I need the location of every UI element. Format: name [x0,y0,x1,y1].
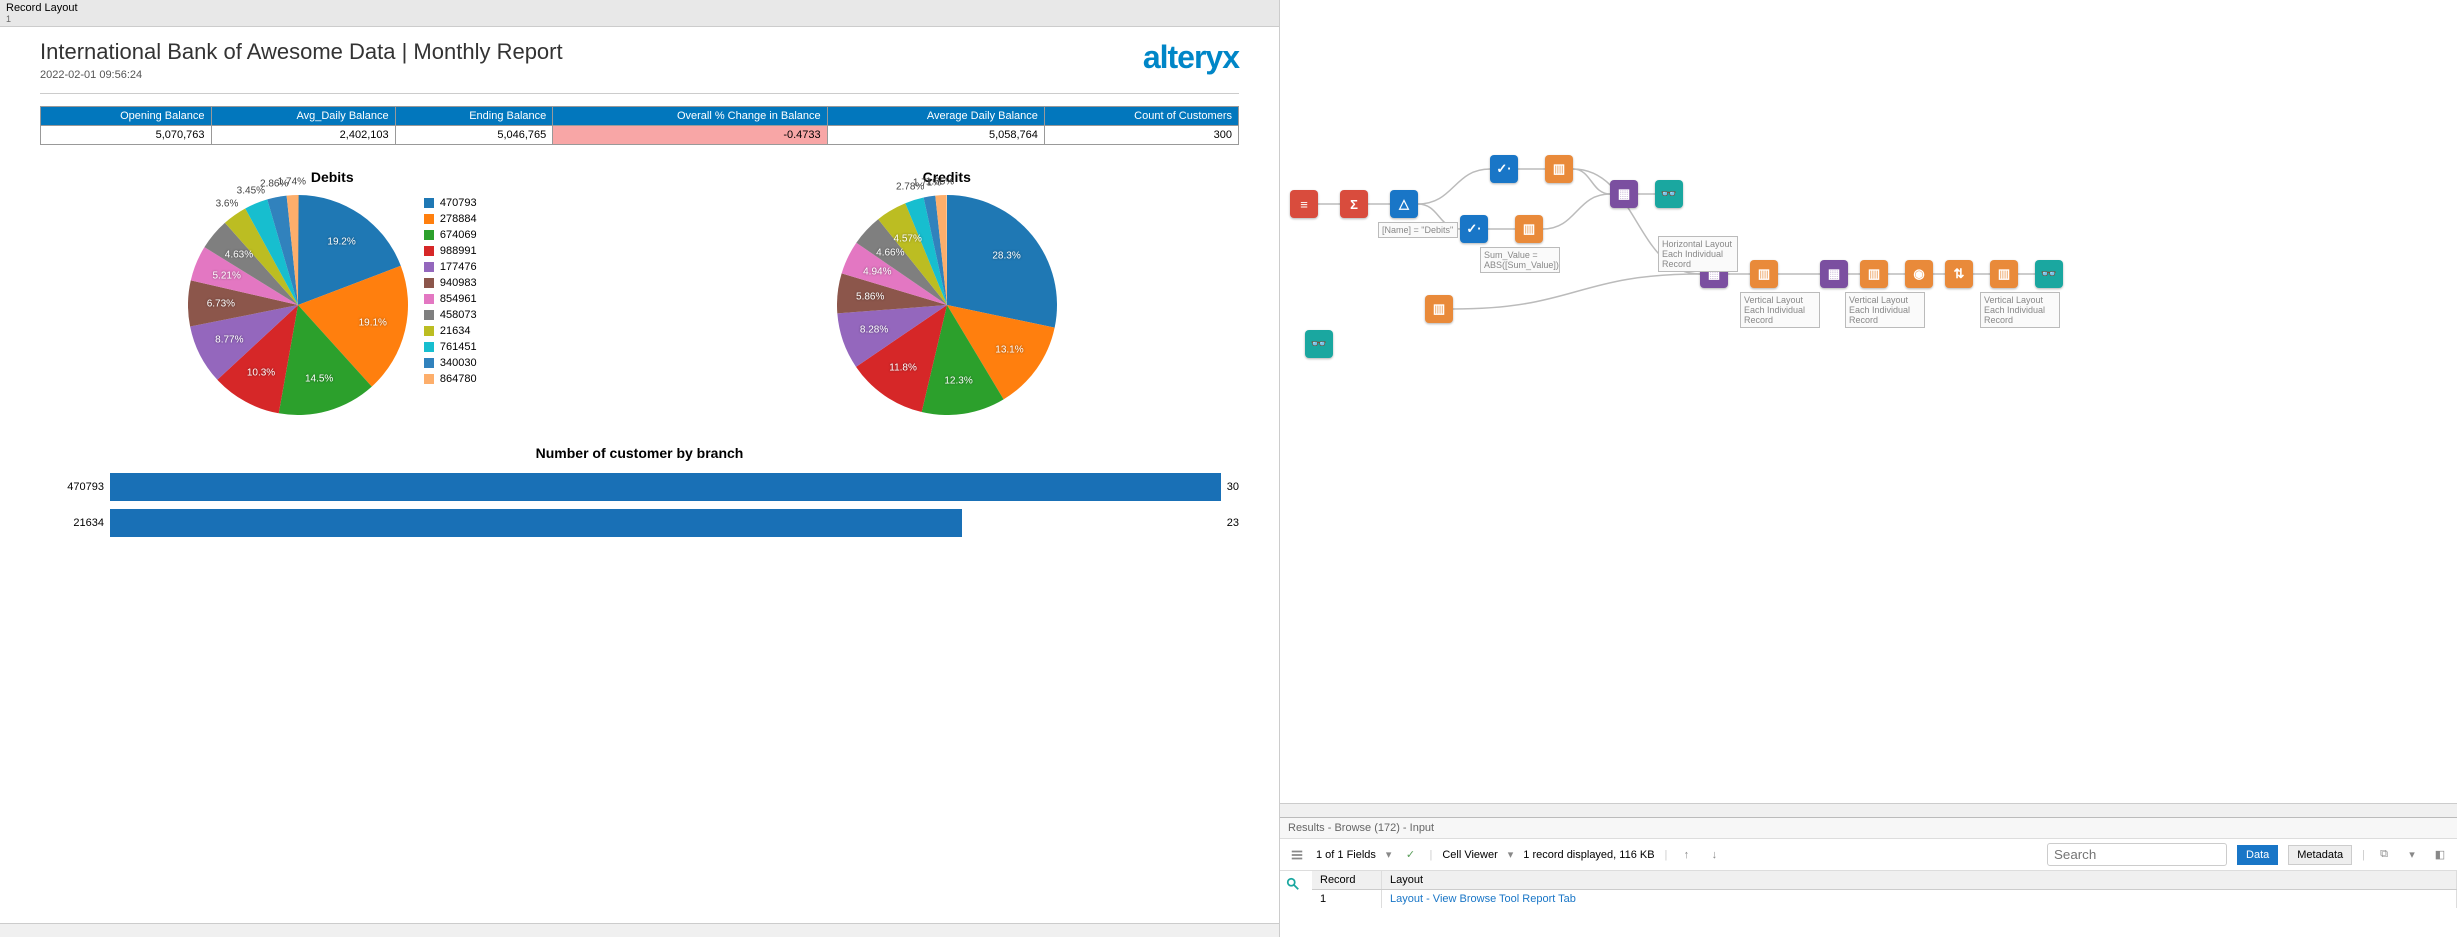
summary-value: 2,402,103 [211,126,395,145]
bar-chart: 47079330 2163423 [40,473,1239,537]
legend-item: 458073 [424,307,477,323]
summary-value: 5,070,763 [41,126,212,145]
formula-caption: [Name] = "Debits" [1378,222,1458,238]
grid-header: Record Layout [1312,871,2457,890]
report-body[interactable]: International Bank of Awesome Data | Mon… [0,27,1279,923]
summary-header: Overall % Change in Balance [553,107,827,126]
report-tool-bottom[interactable]: ▥ [1515,215,1543,243]
cell-layout-link[interactable]: Layout - View Browse Tool Report Tab [1382,890,2457,908]
legend-item: 278884 [424,211,477,227]
legend-item: 761451 [424,339,477,355]
report-tool-lower[interactable]: ▥ [1425,295,1453,323]
layout-tool-3[interactable]: ▦ [1820,260,1848,288]
debits-pie: 19.2%19.1%14.5%10.3%8.77%6.73%5.21%4.63%… [188,195,408,415]
col-record: Record [1312,871,1382,889]
workflow-panel: ≡Σ△✓·▥✓·▥▦👓▥▦▥👓▦▥◉⇅▥👓[Name] = "Debits"Su… [1280,0,2457,937]
render-tool-2[interactable]: ▥ [1750,260,1778,288]
legend-item: 864780 [424,371,477,387]
metadata-tab[interactable]: Metadata [2288,845,2352,865]
workflow-canvas[interactable]: ≡Σ△✓·▥✓·▥▦👓▥▦▥👓▦▥◉⇅▥👓[Name] = "Debits"Su… [1280,0,2457,803]
report-tool-top[interactable]: ▥ [1545,155,1573,183]
panel-header: Record Layout 1 [0,0,1279,27]
report-timestamp: 2022-02-01 09:56:24 [40,69,563,81]
input-data-tool[interactable]: ≡ [1290,190,1318,218]
search-input-wrap [2047,843,2227,866]
search-input[interactable] [2047,843,2227,866]
credits-pie: 28.3%13.1%12.3%11.8%8.28%5.86%4.94%4.66%… [837,195,1057,415]
image-tool[interactable]: ◉ [1905,260,1933,288]
bar-chart-title: Number of customer by branch [40,445,1239,461]
browse-tool-icon[interactable] [1284,875,1302,893]
bar-row: 2163423 [40,509,1239,537]
filter-tool-top[interactable]: ✓· [1490,155,1518,183]
hlayout-caption: Horizontal Layout Each Individual Record [1658,236,1738,272]
filter-caption: Sum_Value = ABS([Sum_Value]) [1480,247,1560,273]
debits-chart: Debits 19.2%19.1%14.5%10.3%8.77%6.73%5.2… [40,169,625,415]
debits-legend: 4707932788846740699889911774769409838549… [424,195,477,387]
summary-header: Ending Balance [395,107,553,126]
browse-tool-final[interactable]: 👓 [2035,260,2063,288]
arrow-down-icon[interactable]: ↓ [1705,846,1723,864]
col-layout: Layout [1382,871,2457,889]
summary-value: -0.4733 [553,126,827,145]
results-toolbar: 1 of 1 Fields ▾ ✓ | Cell Viewer ▾ 1 reco… [1280,838,2457,871]
legend-item: 988991 [424,243,477,259]
vlayout3-caption: Vertical Layout Each Individual Record [1980,292,2060,328]
legend-item: 470793 [424,195,477,211]
fields-dropdown[interactable]: 1 of 1 Fields [1316,849,1376,861]
vlayout1-caption: Vertical Layout Each Individual Record [1740,292,1820,328]
canvas-horizontal-scrollbar[interactable] [1280,803,2457,817]
save-icon[interactable]: ▾ [2403,846,2421,864]
summary-value: 5,058,764 [827,126,1044,145]
report-preview-panel: Record Layout 1 International Bank of Aw… [0,0,1280,937]
summary-table: Opening BalanceAvg_Daily BalanceEnding B… [40,106,1239,145]
results-panel: Results - Browse (172) - Input 1 of 1 Fi… [1280,817,2457,937]
legend-item: 674069 [424,227,477,243]
arrow-up-icon[interactable]: ↑ [1677,846,1695,864]
summary-value: 5,046,765 [395,126,553,145]
formula-tool[interactable]: △ [1390,190,1418,218]
legend-item: 940983 [424,275,477,291]
summary-value: 300 [1044,126,1238,145]
browse-tool-2[interactable]: 👓 [1305,330,1333,358]
legend-item: 854961 [424,291,477,307]
summarize-tool[interactable]: Σ [1340,190,1368,218]
results-grid[interactable]: Record Layout 1 Layout - View Browse Too… [1280,871,2457,937]
legend-item: 340030 [424,355,477,371]
report-title: International Bank of Awesome Data | Mon… [40,39,563,65]
divider [40,93,1239,94]
summary-header: Average Daily Balance [827,107,1044,126]
grid-row[interactable]: 1 Layout - View Browse Tool Report Tab [1312,890,2457,908]
credits-title: Credits [655,169,1240,185]
sort-tool[interactable]: ⇅ [1945,260,1973,288]
summary-header: Avg_Daily Balance [211,107,395,126]
data-tab[interactable]: Data [2237,845,2278,865]
actions-icon[interactable] [1288,846,1306,864]
check-icon[interactable]: ✓ [1401,846,1419,864]
layout-tool[interactable]: ▦ [1610,180,1638,208]
render-tool-3[interactable]: ▥ [1860,260,1888,288]
browse-tool-1[interactable]: 👓 [1655,180,1683,208]
legend-item: 177476 [424,259,477,275]
cell-record: 1 [1312,890,1382,908]
record-layout-label: Record Layout [6,2,78,14]
render-tool-4[interactable]: ▥ [1990,260,2018,288]
bar-row: 47079330 [40,473,1239,501]
debits-title: Debits [40,169,625,185]
credits-chart: Credits 28.3%13.1%12.3%11.8%8.28%5.86%4.… [655,169,1240,415]
results-title: Results - Browse (172) - Input [1280,818,2457,838]
record-summary: 1 record displayed, 116 KB [1523,849,1654,861]
summary-header: Opening Balance [41,107,212,126]
horizontal-scrollbar[interactable] [0,923,1279,937]
filter-tool-bottom[interactable]: ✓· [1460,215,1488,243]
cell-viewer-dropdown[interactable]: Cell Viewer [1442,849,1497,861]
legend-item: 21634 [424,323,477,339]
summary-header: Count of Customers [1044,107,1238,126]
copy-icon[interactable]: ⧉ [2375,846,2393,864]
popout-icon[interactable]: ◧ [2431,846,2449,864]
brand-logo: alteryx [1143,39,1239,76]
vlayout2-caption: Vertical Layout Each Individual Record [1845,292,1925,328]
